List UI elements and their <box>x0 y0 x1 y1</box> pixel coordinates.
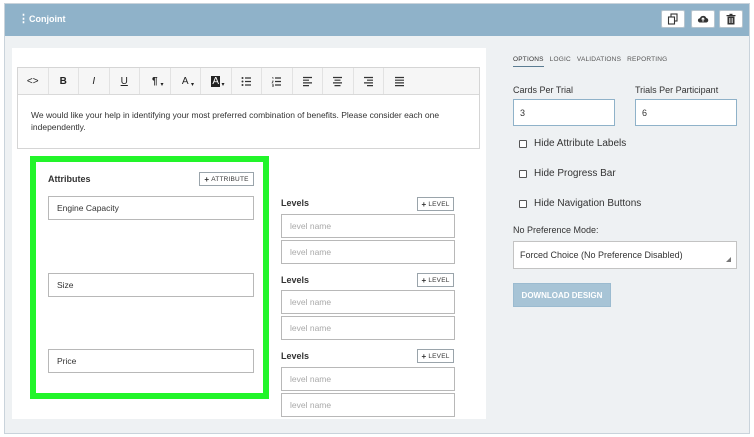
save-cloud-button[interactable] <box>691 10 715 28</box>
checkbox-box[interactable] <box>519 169 527 178</box>
no-preference-mode-select[interactable]: Forced Choice (No Preference Disabled) <box>513 241 737 269</box>
add-level-button[interactable]: + LEVEL <box>417 349 454 363</box>
tab-reporting[interactable]: REPORTING <box>627 56 667 67</box>
align-center-icon <box>333 76 343 86</box>
attribute-name-input[interactable]: Price <box>48 349 254 373</box>
cards-per-trial-label: Cards Per Trial <box>513 85 574 95</box>
tab-options[interactable]: OPTIONS <box>513 56 544 67</box>
level-name-input[interactable]: level name <box>281 290 455 314</box>
cloud-upload-icon <box>697 15 709 23</box>
justify-icon <box>394 76 404 86</box>
copy-icon <box>667 13 678 25</box>
add-level-button[interactable]: + LEVEL <box>417 273 454 287</box>
tab-validations[interactable]: VALIDATIONS <box>577 56 621 67</box>
code-view-button[interactable]: <> <box>18 68 49 94</box>
levels-heading: Levels <box>281 275 310 285</box>
align-left-button[interactable] <box>293 68 323 94</box>
hide-navigation-buttons-checkbox[interactable]: Hide Navigation Buttons <box>519 198 641 209</box>
underline-button[interactable]: U <box>110 68 140 94</box>
italic-button[interactable]: I <box>79 68 110 94</box>
trials-per-participant-label: Trials Per Participant <box>635 85 719 95</box>
drag-handle-icon[interactable]: ⋮ <box>18 13 29 25</box>
panel-title: Conjoint <box>29 14 66 24</box>
attributes-heading: Attributes <box>48 174 91 184</box>
panel-header: ⋮ Conjoint <box>5 4 749 36</box>
level-name-input[interactable]: level name <box>281 214 455 238</box>
chevron-down-icon: ▾ <box>190 82 194 88</box>
numbered-list-icon <box>271 76 282 87</box>
bullet-list-icon <box>241 76 251 86</box>
align-left-icon <box>302 76 312 86</box>
attribute-name-input[interactable]: Engine Capacity <box>48 196 254 220</box>
question-text[interactable]: We would like your help in identifying y… <box>31 109 461 133</box>
add-attribute-button[interactable]: + ATTRIBUTE <box>199 172 254 186</box>
hide-attribute-labels-checkbox[interactable]: Hide Attribute Labels <box>519 138 626 149</box>
chevron-down-icon: ▾ <box>160 82 164 88</box>
no-preference-mode-label: No Preference Mode: <box>513 225 599 235</box>
bullet-list-button[interactable] <box>232 68 262 94</box>
justify-button[interactable] <box>384 68 415 94</box>
paragraph-button[interactable]: ¶ ▾ <box>140 68 171 94</box>
align-right-icon <box>363 76 373 86</box>
settings-tabs: OPTIONS LOGIC VALIDATIONS REPORTING <box>513 56 673 67</box>
levels-heading: Levels <box>281 351 310 361</box>
plus-icon: + <box>204 174 210 184</box>
levels-heading: Levels <box>281 198 310 208</box>
checkbox-box[interactable] <box>519 139 527 148</box>
resize-grip-icon <box>726 257 731 262</box>
align-center-button[interactable] <box>323 68 354 94</box>
level-name-input[interactable]: level name <box>281 240 455 264</box>
plus-icon: + <box>421 275 427 285</box>
align-right-button[interactable] <box>354 68 384 94</box>
cards-per-trial-input[interactable]: 3 <box>513 99 615 126</box>
delete-button[interactable] <box>719 10 743 28</box>
add-level-button[interactable]: + LEVEL <box>417 197 454 211</box>
numbered-list-button[interactable] <box>262 68 293 94</box>
checkbox-box[interactable] <box>519 199 527 208</box>
rich-text-editor[interactable]: <> B I U ¶ ▾ A ▾ A ▾ We would like your hel… <box>17 67 480 149</box>
level-name-input[interactable]: level name <box>281 393 455 417</box>
bold-button[interactable]: B <box>49 68 79 94</box>
attribute-name-input[interactable]: Size <box>48 273 254 297</box>
trash-icon <box>726 13 736 25</box>
copy-button[interactable] <box>661 10 685 28</box>
editor-toolbar: <> B I U ¶ ▾ A ▾ A ▾ <box>18 68 479 95</box>
tab-logic[interactable]: LOGIC <box>550 56 571 67</box>
trials-per-participant-input[interactable]: 6 <box>635 99 737 126</box>
plus-icon: + <box>421 351 427 361</box>
highlight-button[interactable]: A ▾ <box>201 68 232 94</box>
hide-progress-bar-checkbox[interactable]: Hide Progress Bar <box>519 168 616 179</box>
level-name-input[interactable]: level name <box>281 367 455 391</box>
level-name-input[interactable]: level name <box>281 316 455 340</box>
download-design-button[interactable]: DOWNLOAD DESIGN <box>513 283 611 307</box>
plus-icon: + <box>421 199 427 209</box>
font-color-button[interactable]: A ▾ <box>171 68 201 94</box>
chevron-down-icon: ▾ <box>221 82 225 88</box>
